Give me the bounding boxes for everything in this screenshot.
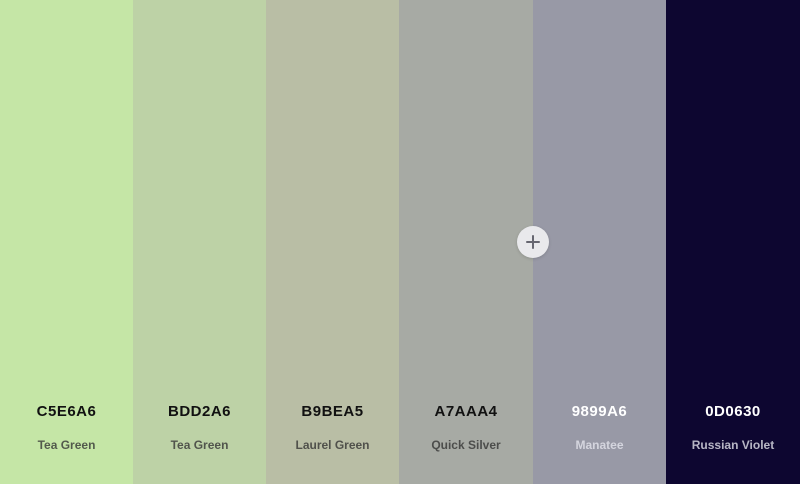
swatch-color-name: Tea Green [37,438,96,452]
add-color-button[interactable] [517,226,549,258]
swatch-color-name: Quick Silver [431,438,501,452]
swatch-hex-code[interactable]: B9BEA5 [266,402,399,422]
color-palette: C5E6A6 Tea Green BDD2A6 Tea Green B9BEA5… [0,0,800,484]
swatch-color-name: Tea Green [170,438,229,452]
plus-icon [526,235,540,249]
swatch-tea-green-2[interactable]: BDD2A6 Tea Green [133,0,266,484]
swatch-color-name: Laurel Green [295,438,370,452]
swatch-hex-code[interactable]: A7AAA4 [399,402,533,422]
swatch-color-name: Russian Violet [691,438,775,452]
swatch-hex-code[interactable]: C5E6A6 [0,402,133,422]
swatch-laurel-green[interactable]: B9BEA5 Laurel Green [266,0,399,484]
swatch-hex-code[interactable]: BDD2A6 [133,402,266,422]
swatch-tea-green-1[interactable]: C5E6A6 Tea Green [0,0,133,484]
swatch-hex-code[interactable]: 0D0630 [666,402,800,422]
swatch-russian-violet[interactable]: 0D0630 Russian Violet [666,0,800,484]
swatch-manatee[interactable]: 9899A6 Manatee [533,0,666,484]
swatch-hex-code[interactable]: 9899A6 [533,402,666,422]
swatch-quick-silver[interactable]: A7AAA4 Quick Silver [399,0,533,484]
swatch-color-name: Manatee [575,438,624,452]
